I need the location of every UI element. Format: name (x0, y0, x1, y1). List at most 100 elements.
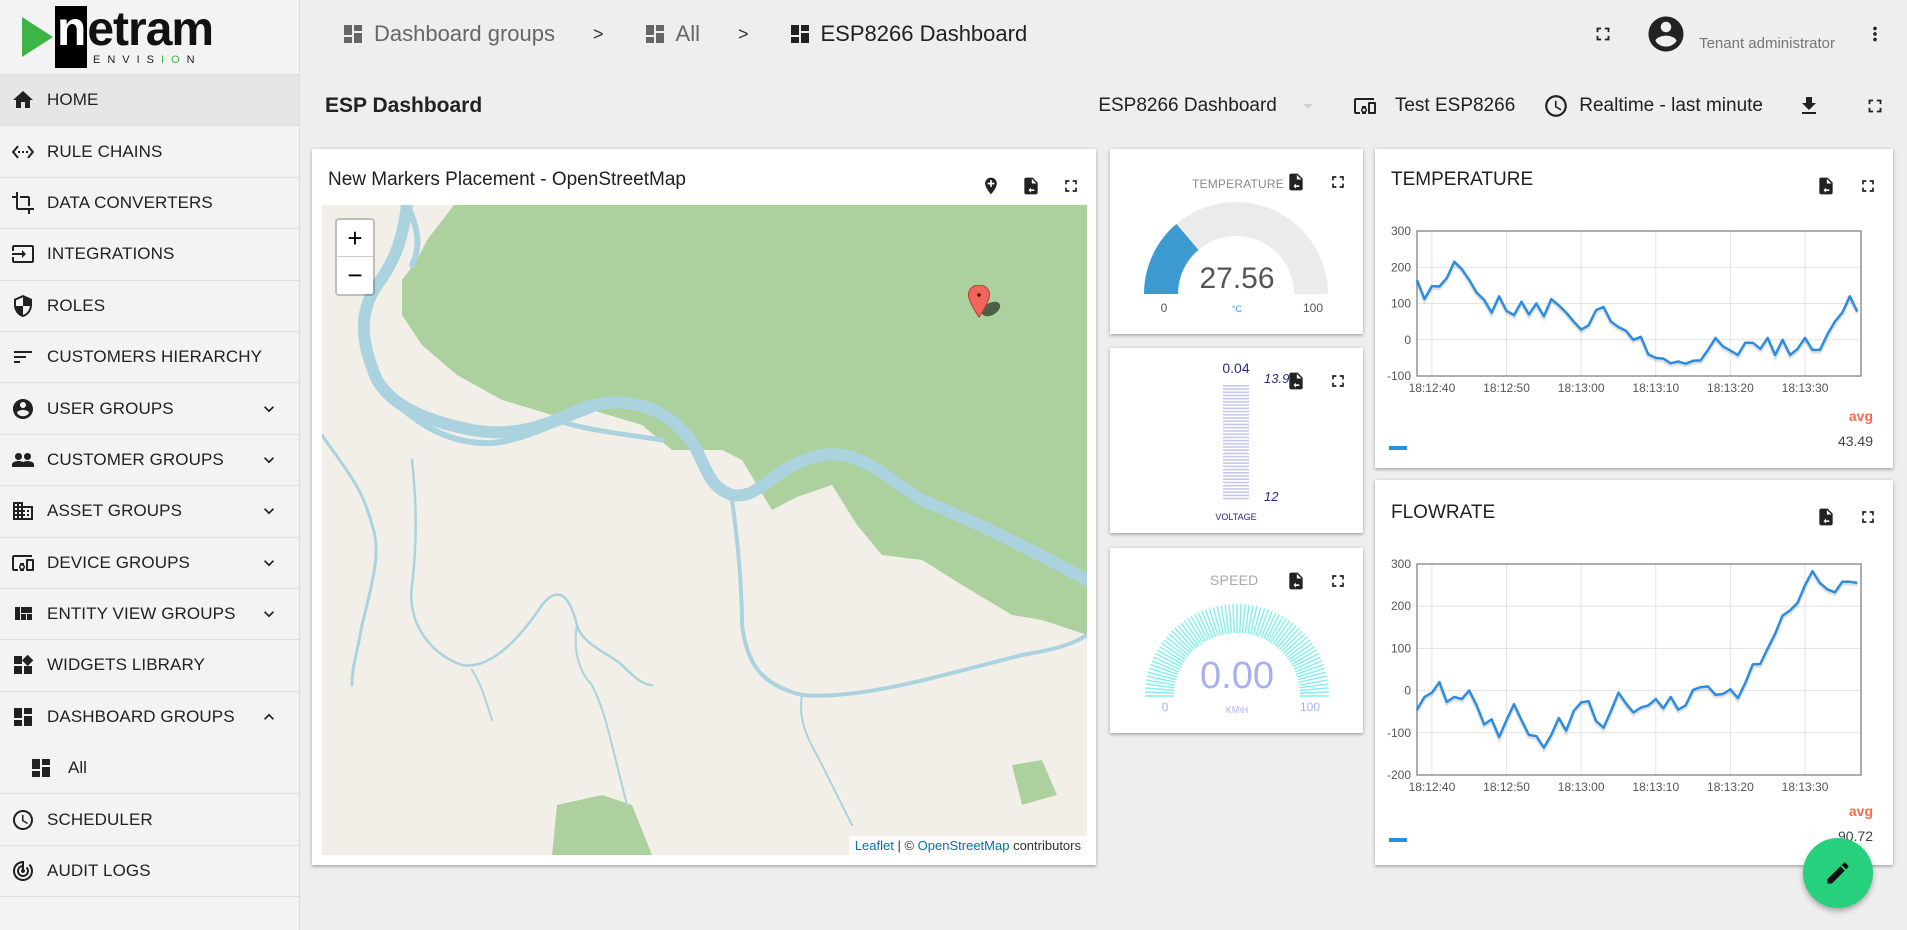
voltage-bar-segment (1223, 391, 1249, 394)
widget-fullscreen-button[interactable] (1855, 173, 1881, 199)
temperature-gauge-widget: TEMPERATURE 27.56 °C 0 100 (1110, 149, 1363, 334)
breadcrumb-all[interactable]: All (642, 21, 700, 47)
sidebar-item-data-converters[interactable]: DATA CONVERTERS (0, 178, 299, 230)
dashboard-fullscreen-button[interactable] (1855, 86, 1895, 126)
widget-fullscreen-button[interactable] (1855, 504, 1881, 530)
timewindow-button[interactable]: Realtime - last minute (1543, 93, 1763, 119)
sidebar-item-asset-groups[interactable]: ASSET GROUPS (0, 486, 299, 538)
breadcrumb-current: ESP8266 Dashboard (787, 21, 1027, 47)
sidebar-item-rule-chains[interactable]: RULE CHAINS (0, 126, 299, 178)
sidebar-subitem-all[interactable]: All (0, 743, 299, 795)
download-icon (1802, 97, 1816, 114)
voltage-bar-segment (1223, 397, 1249, 400)
view-quilt-icon (8, 602, 38, 626)
y-tick-label: 200 (1391, 260, 1411, 274)
dashboard-header: ESP Dashboard ESP8266 Dashboard Test ESP… (300, 80, 1907, 132)
attribution-separator: | © (893, 838, 918, 853)
more-vert-icon (1873, 26, 1877, 42)
gauge-min: 0 (1161, 301, 1168, 315)
speed-tick (1299, 687, 1329, 692)
schedule-icon (1543, 93, 1569, 119)
top-right-actions: Tenant administrator (1583, 0, 1907, 68)
temperature-line-chart[interactable]: 3002001000-10018:12:40 18:12:50 18:13:00 18… (1375, 219, 1893, 469)
sidebar-item-label: CUSTOMER GROUPS (47, 449, 224, 469)
add-marker-button[interactable] (978, 173, 1004, 199)
osm-link[interactable]: OpenStreetMap (918, 838, 1010, 853)
edit-dashboard-fab[interactable] (1803, 838, 1873, 908)
leaflet-link[interactable]: Leaflet (855, 838, 894, 853)
plot-frame (1416, 563, 1862, 776)
sidebar-item-roles[interactable]: ROLES (0, 281, 299, 332)
sidebar-item-widgets-library[interactable]: WIDGETS LIBRARY (0, 640, 299, 692)
x-tick-label: 18:13:00 (1558, 381, 1605, 395)
export-widget-button[interactable] (1813, 504, 1839, 530)
widget-fullscreen-button[interactable] (1058, 173, 1084, 199)
fullscreen-button[interactable] (1583, 14, 1623, 54)
domain-icon (8, 499, 38, 523)
gauge-value: 27.56 (1199, 262, 1274, 295)
voltage-bar-segment (1223, 462, 1249, 464)
entity-alias-select[interactable]: Test ESP8266 (1351, 94, 1515, 118)
temperature-gauge: 27.56 °C 0 100 (1144, 202, 1328, 315)
x-tick-label: 18:12:50 (1483, 381, 1530, 395)
zoom-out-button[interactable]: − (337, 257, 373, 294)
voltage-bar-segment (1223, 488, 1249, 490)
chevron-up-icon[interactable] (259, 707, 279, 727)
file-export-icon (1024, 177, 1038, 195)
sidebar-item-scheduler[interactable]: SCHEDULER (0, 794, 299, 846)
voltage-bar-segment (1223, 465, 1249, 468)
sidebar-nav: HOME RULE CHAINS DATA CONVERTERS INTEGRATIO… (0, 75, 299, 898)
sidebar-item-dashboard-groups[interactable]: DASHBOARD GROUPS (0, 692, 299, 743)
dashboard-state-select[interactable]: ESP8266 Dashboard (1098, 95, 1313, 117)
user-menu[interactable]: Tenant administrator (1645, 13, 1835, 55)
sidebar-item-integrations[interactable]: INTEGRATIONS (0, 229, 299, 281)
breadcrumb-dashboard-groups[interactable]: Dashboard groups (340, 21, 555, 47)
legend-series-swatch (1389, 838, 1407, 842)
chevron-down-icon[interactable] (259, 450, 279, 470)
sidebar-item-entity-view-groups[interactable]: ENTITY VIEW GROUPS (0, 589, 299, 641)
flowrate-line-chart[interactable]: 3002001000-100-20018:12:40 18:12:50 18:13:… (1375, 548, 1893, 863)
sidebar-item-customers-hierarchy[interactable]: CUSTOMERS HIERARCHY (0, 332, 299, 384)
sidebar-item-device-groups[interactable]: DEVICE GROUPS (0, 538, 299, 589)
y-tick-label: 200 (1391, 599, 1411, 613)
widgets-icon (8, 653, 38, 677)
chevron-down-icon[interactable] (259, 604, 279, 624)
file-export-icon (1819, 177, 1833, 195)
chevron-down-icon[interactable] (259, 501, 279, 521)
breadcrumb-separator: > (737, 23, 749, 44)
zoom-in-button[interactable]: + (337, 220, 373, 257)
gauge-min: 12 (1264, 489, 1279, 504)
chevron-down-icon[interactable] (259, 399, 279, 419)
account-circle-icon (1648, 16, 1684, 52)
voltage-bar-segment (1223, 414, 1249, 416)
logo[interactable]: n etram ENVISION (0, 0, 299, 75)
gauge-max: 13.9 (1264, 371, 1289, 386)
voltage-bar-segment (1223, 452, 1249, 455)
sidebar-item-home[interactable]: HOME (0, 75, 299, 127)
sidebar-item-audit-logs[interactable]: AUDIT LOGS (0, 846, 299, 898)
y-tick-label: 0 (1404, 684, 1411, 698)
export-button[interactable] (1789, 86, 1829, 126)
dashboard-toolbar: ESP8266 Dashboard Test ESP8266 Realtime … (1098, 80, 1907, 132)
sidebar-item-label: AUDIT LOGS (47, 861, 151, 881)
legend-avg-label: avg (1848, 803, 1873, 819)
sidebar-item-user-groups[interactable]: USER GROUPS (0, 383, 299, 435)
sidebar-item-label: SCHEDULER (47, 809, 153, 829)
speed-tick (1241, 604, 1246, 634)
export-widget-button[interactable] (1018, 173, 1044, 199)
chart-actions (1813, 504, 1881, 530)
chevron-down-icon[interactable] (259, 553, 279, 573)
voltage-bar-segment (1223, 385, 1249, 387)
map-marker[interactable] (967, 284, 1011, 330)
voltage-bar-segment (1223, 468, 1249, 471)
y-tick-label: 300 (1391, 224, 1411, 238)
devices-icon (8, 551, 38, 575)
export-widget-button[interactable] (1813, 173, 1839, 199)
more-menu-button[interactable] (1855, 14, 1895, 54)
map-canvas[interactable]: + − Leaflet | © OpenStreetMap contributo… (322, 205, 1087, 855)
top-toolbar: Dashboard groups > All > ESP8266 Dashboa… (300, 0, 1907, 68)
gauge-title: VOLTAGE (1215, 512, 1256, 522)
voltage-bar-segment (1223, 472, 1249, 474)
breadcrumb: Dashboard groups > All > ESP8266 Dashboa… (340, 21, 1027, 47)
sidebar-item-customer-groups[interactable]: CUSTOMER GROUPS (0, 435, 299, 487)
